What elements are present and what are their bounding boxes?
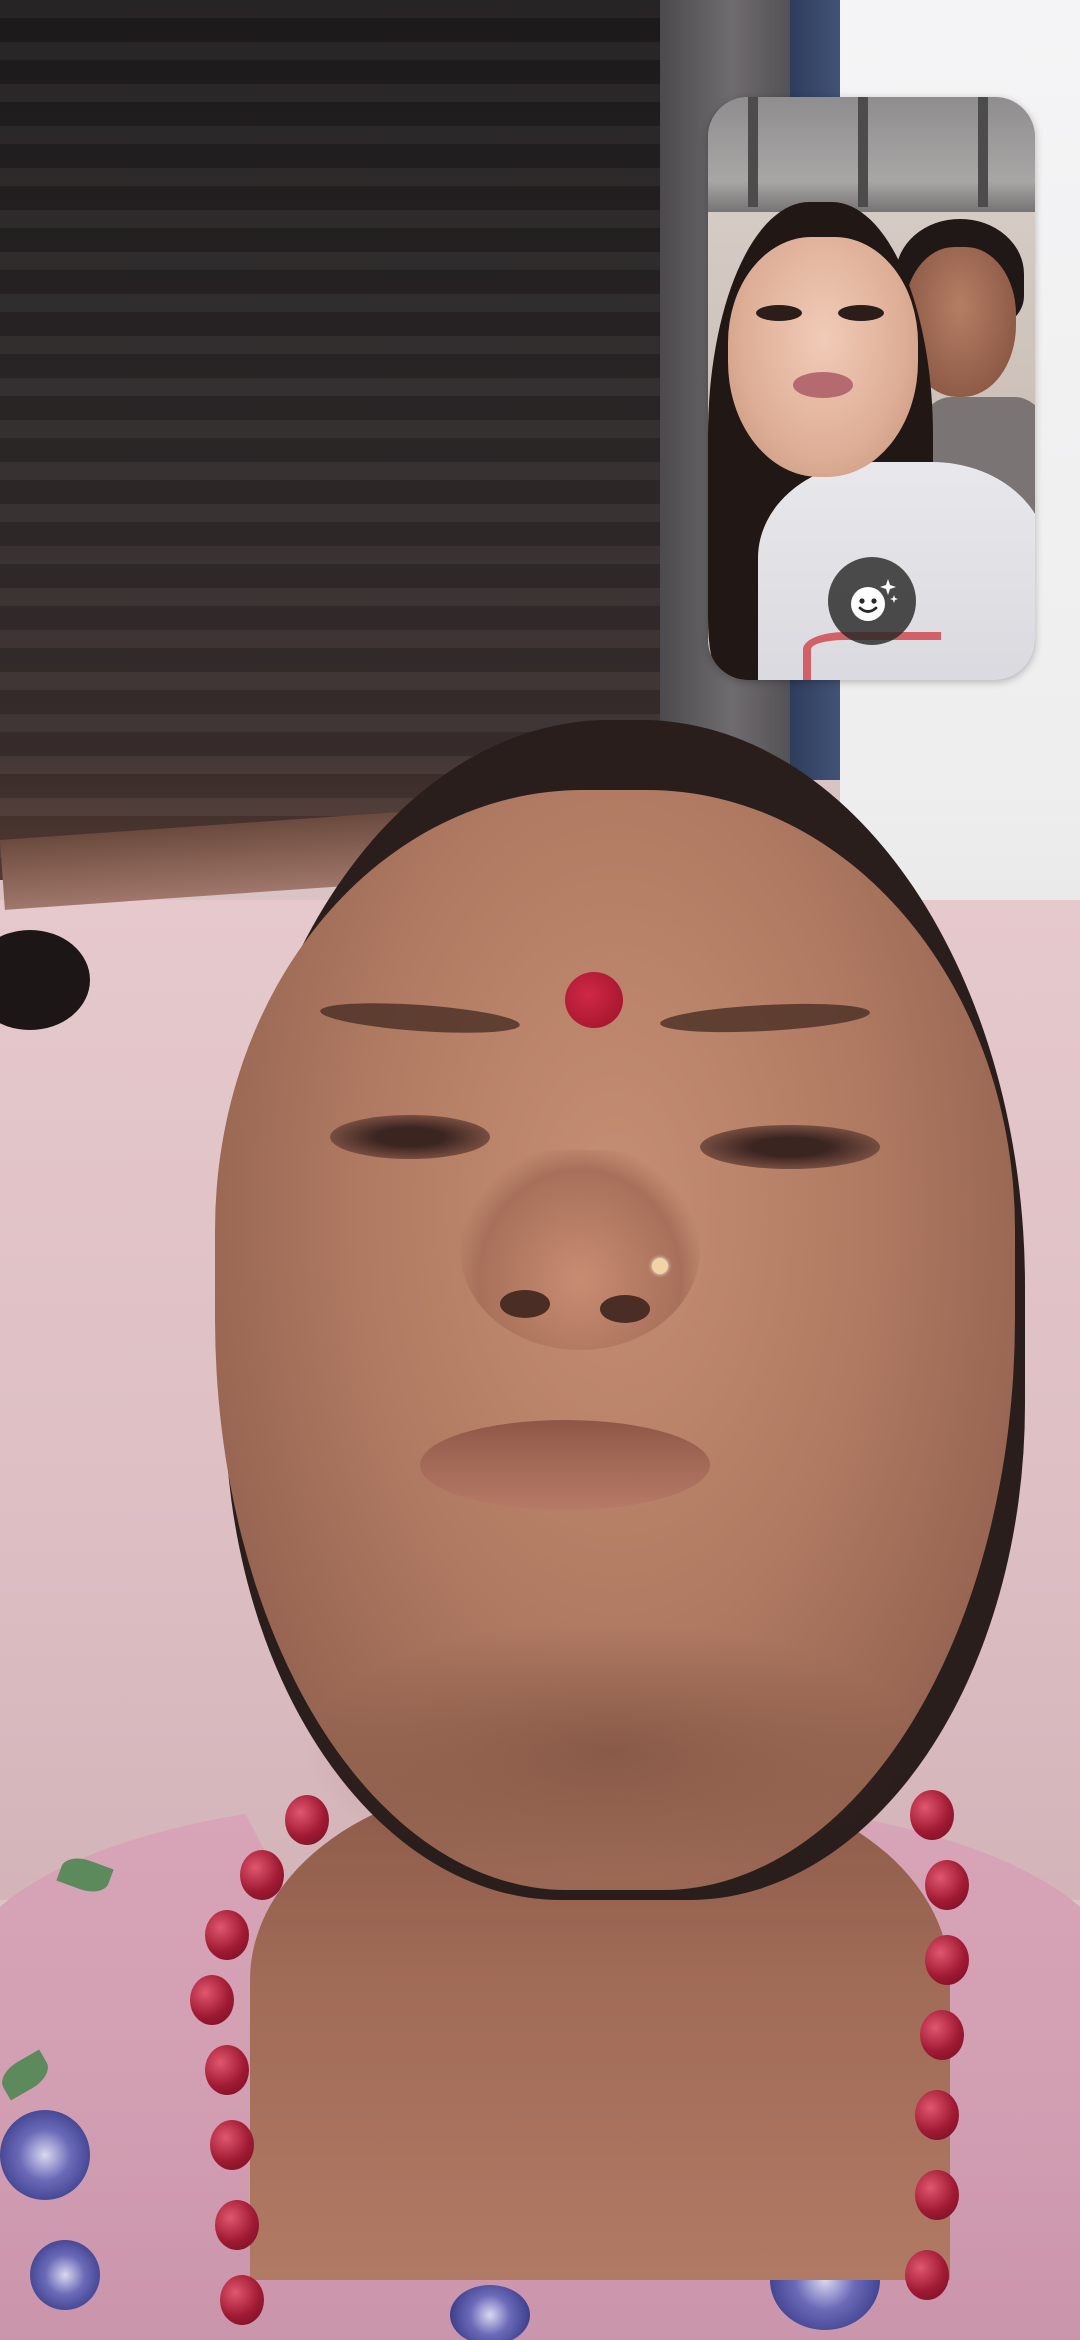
- smiley-sparkle-icon: [844, 573, 900, 629]
- video-call-screen: [0, 0, 1080, 2340]
- remote-person-eye-right: [700, 1125, 880, 1169]
- pip-roof-beam: [748, 97, 758, 207]
- remote-person-nostril-left: [500, 1290, 550, 1318]
- remote-person-nostril-right: [600, 1295, 650, 1323]
- necklace-bead: [285, 1795, 329, 1845]
- effects-button[interactable]: [828, 557, 916, 645]
- necklace-bead: [915, 2090, 959, 2140]
- pip-woman-face: [728, 237, 918, 477]
- necklace-bead: [240, 1850, 284, 1900]
- necklace-bead: [925, 1935, 969, 1985]
- necklace-bead: [205, 1910, 249, 1960]
- necklace-bead: [205, 2045, 249, 2095]
- pip-woman-eye-right: [838, 305, 884, 321]
- necklace-bead: [210, 2120, 254, 2170]
- garment-flower: [450, 2285, 530, 2340]
- necklace-bead: [905, 2250, 949, 2300]
- self-view-pip[interactable]: [708, 97, 1035, 680]
- remote-person-bindi: [565, 972, 623, 1028]
- garment-flower: [0, 2110, 90, 2200]
- remote-person-chin: [300, 1620, 920, 1880]
- necklace-bead: [915, 2170, 959, 2220]
- remote-person-eye-left: [330, 1115, 490, 1159]
- necklace-bead: [220, 2275, 264, 2325]
- pip-woman-eye-left: [756, 305, 802, 321]
- necklace-bead: [920, 2010, 964, 2060]
- necklace-bead: [910, 1790, 954, 1840]
- necklace-bead: [190, 1975, 234, 2025]
- remote-person-nose-stud: [652, 1258, 668, 1274]
- remote-person-lips: [420, 1420, 710, 1510]
- pip-roof-beam: [978, 97, 988, 207]
- necklace-bead: [925, 1860, 969, 1910]
- remote-person-nose: [460, 1150, 700, 1350]
- pip-woman-lips: [793, 372, 853, 398]
- necklace-bead: [215, 2200, 259, 2250]
- pip-roof-beam: [858, 97, 868, 207]
- garment-flower: [30, 2240, 100, 2310]
